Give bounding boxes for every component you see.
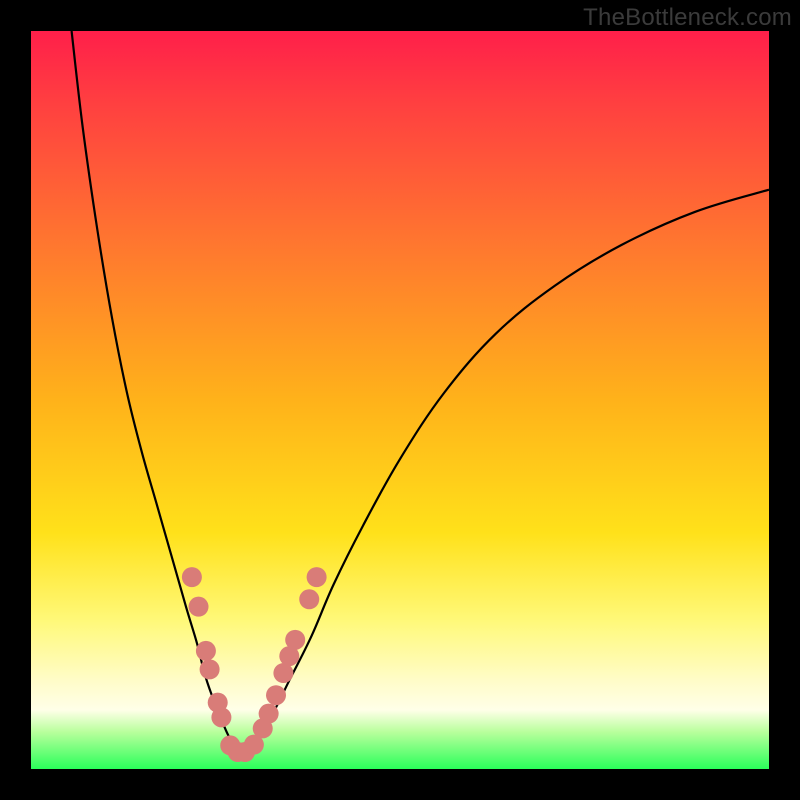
marker-point [196, 641, 216, 661]
marker-point [189, 597, 209, 617]
marker-point [259, 704, 279, 724]
marker-point [273, 663, 293, 683]
marker-point [200, 659, 220, 679]
watermark-label: TheBottleneck.com [583, 4, 792, 32]
marker-point [211, 707, 231, 727]
marker-point [299, 589, 319, 609]
plot-area [31, 31, 769, 769]
marker-point [307, 567, 327, 587]
chart-frame: TheBottleneck.com [0, 0, 800, 800]
marker-point [182, 567, 202, 587]
marker-point [285, 630, 305, 650]
marker-point [266, 685, 286, 705]
chart-svg [31, 31, 769, 769]
curve-right-branch [234, 190, 769, 752]
